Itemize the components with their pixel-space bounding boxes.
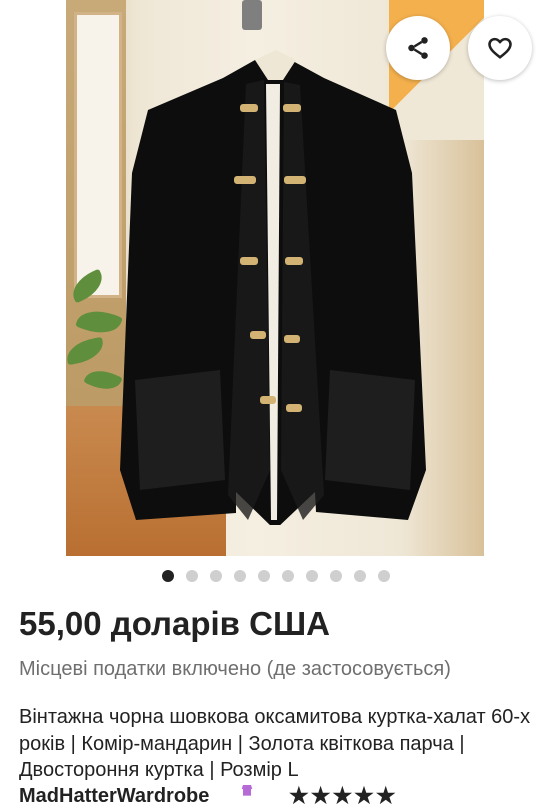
carousel-dot[interactable]: [305, 570, 318, 582]
seller-row[interactable]: MadHatterWardrobe ★★★★★: [19, 783, 519, 808]
carousel-dot[interactable]: [329, 570, 342, 582]
carousel-dot[interactable]: [353, 570, 366, 582]
carousel-dot[interactable]: [209, 570, 222, 582]
share-icon: [408, 37, 428, 59]
favorite-button[interactable]: [468, 16, 532, 80]
carousel-dot[interactable]: [377, 570, 390, 582]
carousel-dot[interactable]: [257, 570, 270, 582]
product-image-section[interactable]: [0, 0, 551, 560]
carousel-dot[interactable]: [161, 570, 174, 582]
listing-title: Вінтажна чорна шовкова оксамитова куртка…: [19, 706, 531, 782]
carousel-dot[interactable]: [281, 570, 294, 582]
jacket-image: [120, 50, 426, 525]
seller-name[interactable]: MadHatterWardrobe: [19, 785, 209, 807]
price: 55,00 доларів США: [19, 605, 330, 642]
product-photo[interactable]: [66, 0, 484, 556]
carousel-dot[interactable]: [185, 570, 198, 582]
mannequin-neck: [242, 0, 262, 30]
heart-icon: [488, 37, 512, 59]
shop-icon: [241, 785, 253, 796]
tax-note: Місцеві податки включено (де застосовуєт…: [19, 658, 451, 680]
image-carousel-indicator: [0, 570, 551, 582]
share-button[interactable]: [386, 16, 450, 80]
carousel-dot[interactable]: [233, 570, 246, 582]
rating-stars: ★★★★★: [289, 783, 398, 808]
